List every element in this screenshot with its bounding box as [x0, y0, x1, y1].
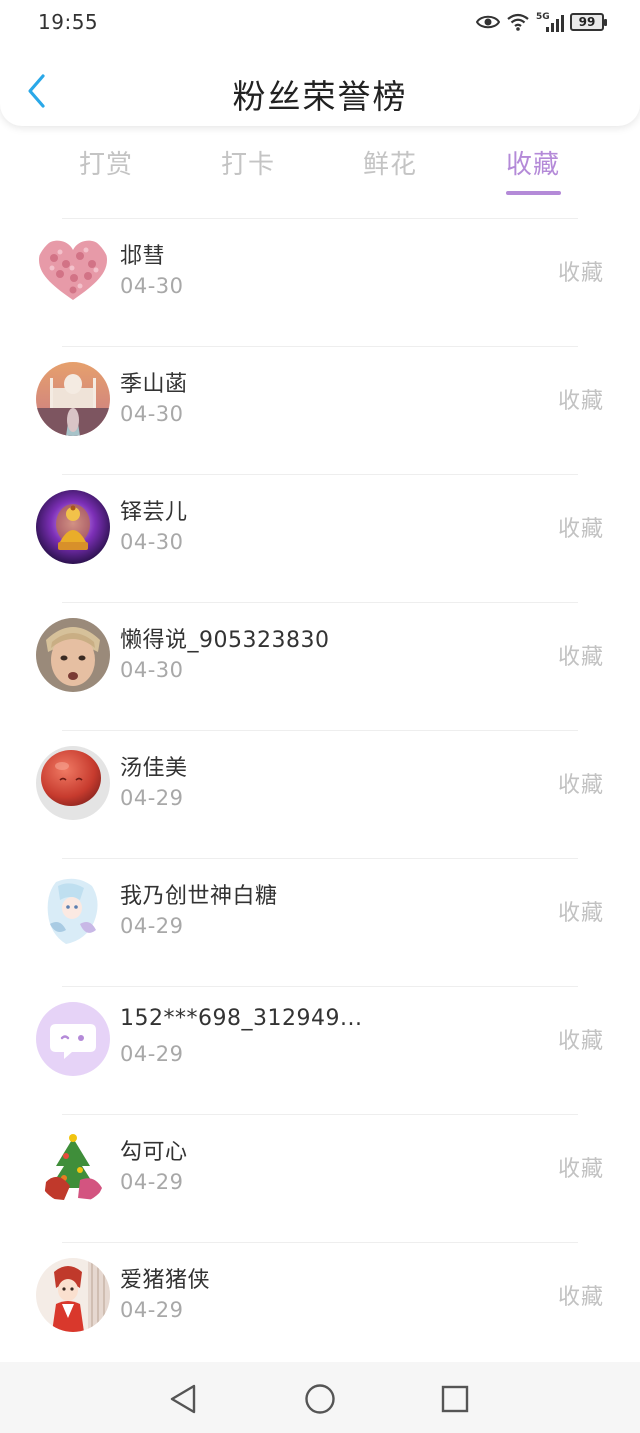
fan-date: 04-29: [120, 786, 184, 810]
fan-date: 04-29: [120, 1170, 184, 1194]
divider: [62, 218, 578, 219]
fan-list: 邶彗 04-30 收藏 季山菡 04-30 收藏 铎芸儿 04-30 收藏 懒得…: [0, 218, 640, 1370]
fan-date: 04-30: [120, 658, 184, 682]
fan-action: 收藏: [557, 1157, 604, 1182]
divider: [62, 986, 578, 987]
list-item[interactable]: 汤佳美 04-29 收藏: [0, 730, 640, 858]
avatar[interactable]: [36, 746, 110, 820]
recents-square-icon: [441, 1385, 469, 1413]
fan-date: 04-29: [120, 914, 184, 938]
active-tab-indicator: [506, 191, 561, 195]
nav-recents-button[interactable]: [438, 1382, 472, 1416]
divider: [62, 1242, 578, 1243]
fan-date: 04-30: [120, 530, 184, 554]
divider: [62, 346, 578, 347]
fan-action: 收藏: [557, 1029, 604, 1054]
avatar[interactable]: [36, 234, 110, 308]
divider: [62, 730, 578, 731]
fan-name: 152***698_312949...: [120, 1006, 363, 1031]
tab-reward[interactable]: 打赏: [46, 144, 166, 181]
fan-name: 季山菡: [120, 372, 188, 397]
fan-name: 邶彗: [120, 244, 166, 269]
network-label: 5G: [536, 12, 550, 22]
list-item[interactable]: 铎芸儿 04-30 收藏: [0, 474, 640, 602]
fan-action: 收藏: [557, 1285, 604, 1310]
divider: [62, 858, 578, 859]
list-item[interactable]: 勾可心 04-29 收藏: [0, 1114, 640, 1242]
tab-bar: 打赏 打卡 鲜花 收藏: [0, 136, 640, 206]
status-bar: 19:55 5G 99: [0, 0, 640, 44]
avatar[interactable]: [36, 362, 110, 436]
fan-name: 铎芸儿: [120, 500, 188, 525]
fan-date: 04-30: [120, 402, 184, 426]
eye-icon: [476, 15, 500, 29]
nav-home-button[interactable]: [303, 1382, 337, 1416]
fan-action: 收藏: [557, 645, 604, 670]
avatar[interactable]: [36, 874, 110, 948]
tab-checkin[interactable]: 打卡: [188, 144, 308, 181]
avatar[interactable]: [36, 1258, 110, 1332]
list-item[interactable]: 邶彗 04-30 收藏: [0, 218, 640, 346]
status-icons: 5G 99: [476, 10, 607, 34]
back-triangle-icon: [170, 1384, 196, 1414]
fan-name: 汤佳美: [120, 756, 188, 781]
status-time: 19:55: [38, 10, 99, 34]
fan-date: 04-30: [120, 274, 184, 298]
divider: [62, 474, 578, 475]
list-item[interactable]: 我乃创世神白糖 04-29 收藏: [0, 858, 640, 986]
fan-name: 勾可心: [120, 1140, 188, 1165]
list-item[interactable]: 懒得说_905323830 04-30 收藏: [0, 602, 640, 730]
divider: [62, 602, 578, 603]
fan-action: 收藏: [557, 901, 604, 926]
fan-action: 收藏: [557, 517, 604, 542]
wifi-icon: [507, 13, 529, 31]
avatar[interactable]: [36, 490, 110, 564]
home-circle-icon: [305, 1384, 335, 1414]
fan-date: 04-29: [120, 1042, 184, 1066]
fan-action: 收藏: [557, 261, 604, 286]
list-item[interactable]: 爱猪猪侠 04-29 收藏: [0, 1242, 640, 1370]
nav-back-button[interactable]: [166, 1382, 200, 1416]
avatar[interactable]: [36, 1130, 110, 1204]
avatar[interactable]: [36, 1002, 110, 1076]
fan-name: 爱猪猪侠: [120, 1268, 211, 1293]
fan-name: 我乃创世神白糖: [120, 884, 278, 909]
battery-level: 99: [578, 15, 596, 29]
list-item[interactable]: 季山菡 04-30 收藏: [0, 346, 640, 474]
tab-favorites[interactable]: 收藏: [473, 144, 593, 181]
avatar[interactable]: [36, 618, 110, 692]
battery-icon: 99: [570, 13, 607, 31]
divider: [62, 1114, 578, 1115]
signal-icon: 5G: [536, 12, 564, 32]
tab-flowers[interactable]: 鲜花: [330, 144, 450, 181]
fan-action: 收藏: [557, 389, 604, 414]
header-card: 19:55 5G 99 粉丝荣誉榜: [0, 0, 640, 126]
page-title: 粉丝荣誉榜: [232, 77, 408, 116]
system-nav-bar: [0, 1362, 640, 1433]
fan-name: 懒得说_905323830: [120, 628, 330, 653]
list-item[interactable]: 152***698_312949... 04-29 收藏: [0, 986, 640, 1114]
fan-date: 04-29: [120, 1298, 184, 1322]
fan-action: 收藏: [557, 773, 604, 798]
